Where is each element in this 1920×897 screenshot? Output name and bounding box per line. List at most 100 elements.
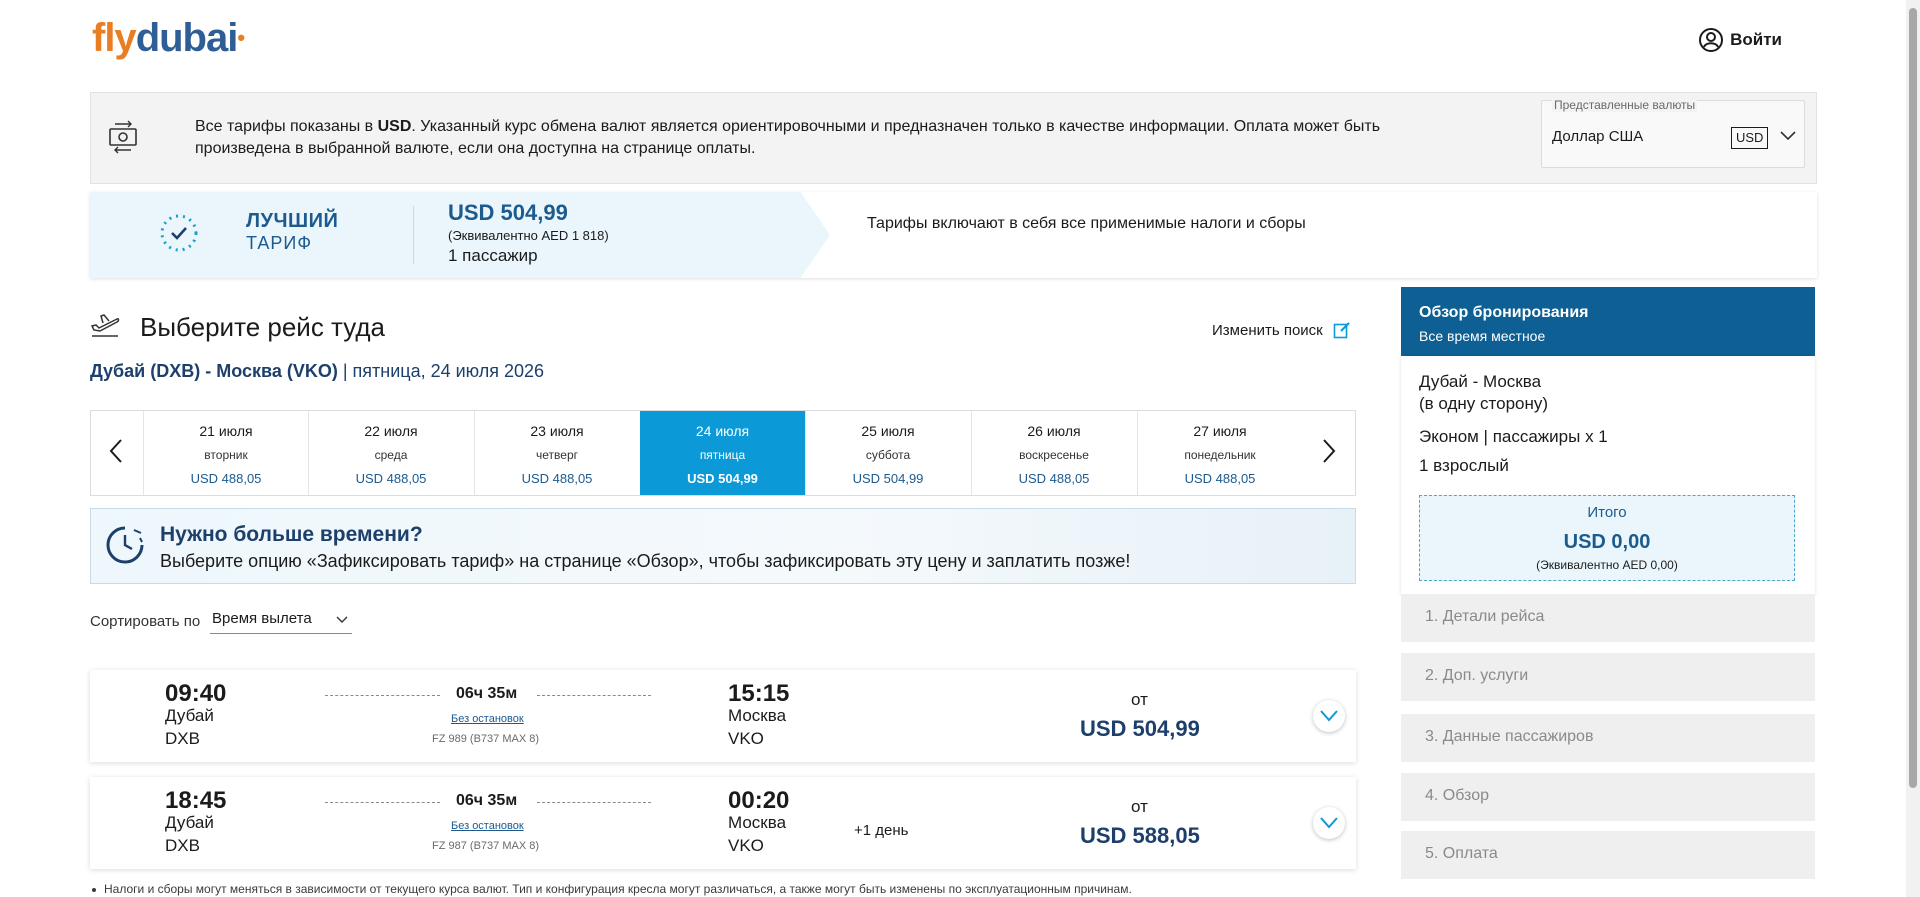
best-fare-label-1: ЛУЧШИЙ — [246, 210, 339, 232]
flight-price: USD 504,99 — [1080, 716, 1200, 741]
best-fare-price: USD 504,99 — [448, 200, 568, 225]
login-label: Войти — [1730, 30, 1782, 49]
step-payment[interactable]: 5. Оплата — [1401, 831, 1815, 879]
step-label: 3. Данные пассажиров — [1425, 728, 1594, 745]
arrival-code: VKO — [728, 836, 764, 855]
chevron-right-icon[interactable] — [1313, 436, 1343, 466]
date-option-date: 23 июля — [530, 423, 584, 439]
best-fare-passengers: 1 пассажир — [448, 246, 538, 265]
route-date: | пятница, 24 июля 2026 — [337, 361, 545, 381]
summary-trip-type: (в одну сторону) — [1419, 394, 1549, 413]
expand-flight-button[interactable] — [1313, 807, 1345, 839]
divider — [413, 206, 414, 264]
currency-select[interactable]: Представленные валюты Доллар США USD — [1541, 98, 1805, 168]
stops-link[interactable]: Без остановок — [451, 713, 524, 725]
flight-number: FZ 989 (B737 MAX 8) — [432, 733, 539, 745]
date-option-price: USD 488,05 — [355, 471, 427, 486]
flight-number: FZ 987 (B737 MAX 8) — [432, 840, 539, 852]
price-from-label: от — [1131, 797, 1148, 816]
edit-icon — [1333, 322, 1350, 339]
stops-link[interactable]: Без остановок — [451, 820, 524, 832]
total-amount: USD 0,00 — [1563, 531, 1651, 553]
step-review[interactable]: 4. Обзор — [1401, 773, 1815, 821]
date-option-day: понедельник — [1184, 448, 1256, 462]
arrival-city: Москва — [728, 706, 787, 725]
sort-select[interactable]: Время вылета — [210, 606, 352, 634]
date-option-price: USD 488,05 — [521, 471, 593, 486]
route-dash-line — [325, 695, 440, 696]
chevron-down-icon — [1780, 131, 1796, 141]
arrival-code: VKO — [728, 729, 764, 748]
departure-code: DXB — [165, 836, 200, 855]
departure-time: 09:40 — [165, 680, 227, 707]
date-option[interactable]: 25 июля суббота USD 504,99 — [805, 411, 970, 495]
best-fare-label-2: ТАРИФ — [246, 233, 313, 253]
date-option[interactable]: 21 июля вторник USD 488,05 — [143, 411, 308, 495]
booking-summary-title: Обзор бронирования — [1419, 304, 1589, 321]
sort-label: Сортировать по — [90, 613, 201, 630]
currency-exchange-icon — [109, 120, 137, 154]
summary-class-passengers: Эконом | пассажиры x 1 — [1419, 427, 1608, 446]
hold-title: Нужно больше времени? — [160, 523, 423, 546]
departure-city: Дубай — [165, 813, 214, 832]
departure-time: 18:45 — [165, 787, 227, 814]
date-option-day: суббота — [865, 448, 911, 462]
date-option-day: вторник — [204, 448, 248, 462]
chevron-down-icon — [1320, 710, 1338, 722]
date-option[interactable]: 27 июля понедельник USD 488,05 — [1137, 411, 1302, 495]
currency-notice-text: Все тарифы показаны в USD. Указанный кур… — [195, 116, 1465, 160]
date-option-price: USD 488,05 — [1018, 471, 1090, 486]
arrival-time: 00:20 — [728, 787, 790, 814]
modify-search-link[interactable]: Изменить поиск — [1212, 321, 1351, 339]
date-option-price: USD 504,99 — [852, 471, 924, 486]
user-icon — [1699, 28, 1724, 52]
date-option-date: 26 июля — [1027, 423, 1081, 439]
date-option-date: 27 июля — [1193, 423, 1247, 439]
route-dash-line — [325, 802, 440, 803]
date-option-date: 21 июля — [199, 423, 253, 439]
date-option-date: 22 июля — [364, 423, 418, 439]
chevron-down-icon — [336, 616, 348, 623]
date-option[interactable]: 23 июля четверг USD 488,05 — [474, 411, 639, 495]
date-option-date: 24 июля — [695, 423, 750, 439]
step-label: 1. Детали рейса — [1425, 608, 1545, 625]
flight-duration: 06ч 35м — [456, 685, 518, 702]
flight-duration: 06ч 35м — [456, 792, 518, 809]
date-option-day: пятница — [699, 448, 746, 462]
best-fare-note: Тарифы включают в себя все применимые на… — [867, 215, 1306, 232]
arrival-city: Москва — [728, 813, 787, 832]
date-option-day: среда — [374, 448, 408, 462]
date-option-day: воскресенье — [1019, 448, 1089, 462]
clock-icon — [106, 526, 144, 564]
date-option-price: USD 488,05 — [190, 471, 262, 486]
scrollbar-thumb[interactable] — [1909, 8, 1917, 788]
footnote: Налоги и сборы могут меняться в зависимо… — [92, 882, 1132, 896]
route-cities: Дубай (DXB) - Москва (VKO) — [90, 361, 338, 381]
step-flight-details[interactable]: 1. Детали рейса — [1401, 594, 1815, 642]
select-outbound-title: Выберите рейс туда — [140, 312, 386, 342]
total-box: Итого USD 0,00 (Эквивалентно AED 0,00) — [1419, 495, 1795, 581]
summary-route: Дубай - Москва — [1419, 372, 1542, 391]
flydubai-logo[interactable]: flydubai• — [92, 14, 245, 62]
step-passenger-details[interactable]: 3. Данные пассажиров — [1401, 714, 1815, 762]
route-dash-line — [537, 695, 651, 696]
step-extras[interactable]: 2. Доп. услуги — [1401, 653, 1815, 701]
login-button[interactable]: Войти — [1698, 27, 1782, 53]
currency-code-badge: USD — [1731, 127, 1769, 149]
departure-city: Дубай — [165, 706, 214, 725]
chevron-left-icon[interactable] — [102, 436, 132, 466]
currency-select-value: Доллар США — [1552, 128, 1644, 145]
date-option-price: USD 488,05 — [1184, 471, 1256, 486]
chevron-down-icon — [1320, 817, 1338, 829]
date-option[interactable]: 24 июля пятница USD 504,99 — [640, 411, 805, 495]
price-from-label: от — [1131, 690, 1148, 709]
summary-adults: 1 взрослый — [1419, 456, 1509, 475]
date-option[interactable]: 22 июля среда USD 488,05 — [308, 411, 473, 495]
departure-code: DXB — [165, 729, 200, 748]
modify-search-label: Изменить поиск — [1212, 321, 1323, 339]
date-option[interactable]: 26 июля воскресенье USD 488,05 — [971, 411, 1136, 495]
date-option-day: четверг — [536, 448, 578, 462]
route-dash-line — [537, 802, 651, 803]
expand-flight-button[interactable] — [1313, 700, 1345, 732]
date-option-price: USD 504,99 — [687, 471, 758, 486]
